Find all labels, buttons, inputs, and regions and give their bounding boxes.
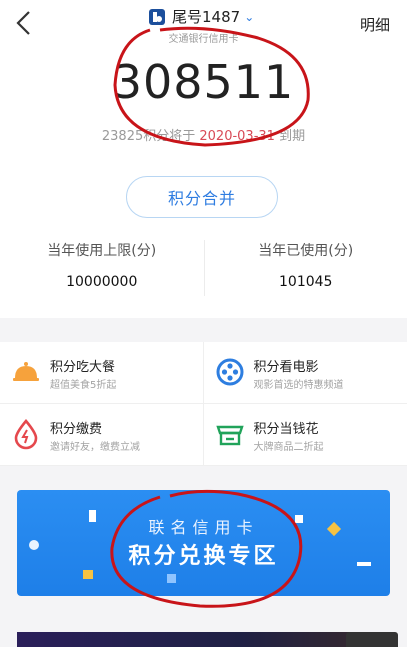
points-page: 尾号1487 ⌄ 交通银行信用卡 明细 308511 23825积分将于 202… [0, 0, 407, 647]
annotation-circle-points [110, 26, 310, 608]
